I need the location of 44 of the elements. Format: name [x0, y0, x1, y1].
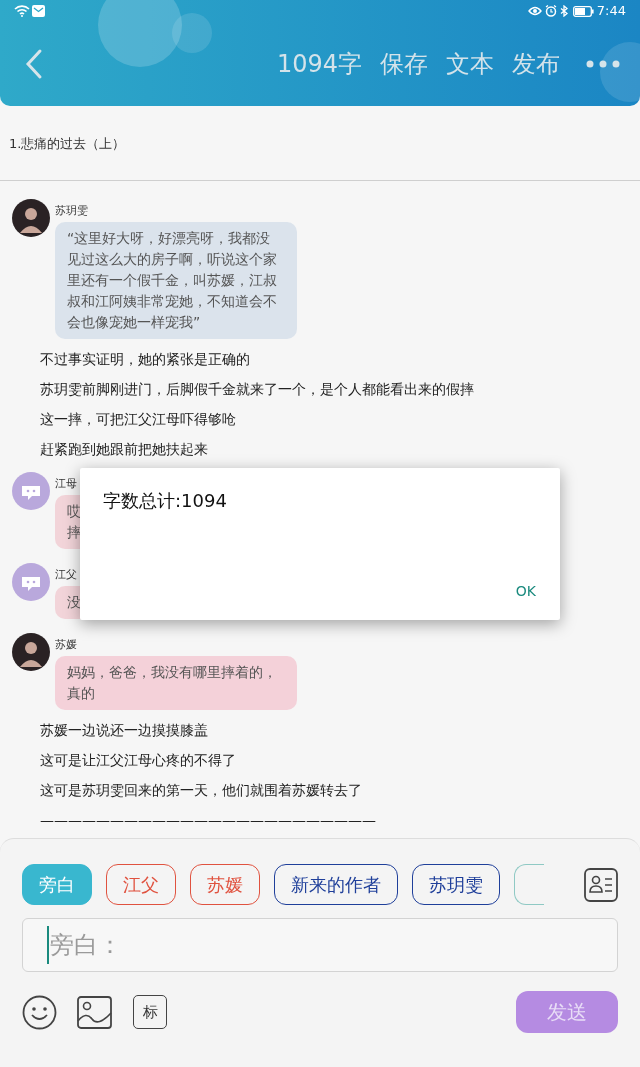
ok-button[interactable]: OK — [515, 581, 536, 602]
eye-icon — [527, 6, 542, 16]
header-action[interactable]: 保存 — [380, 46, 428, 82]
speaker-name: 苏玥雯 — [55, 204, 89, 218]
alarm-icon — [544, 5, 557, 17]
header-action[interactable]: 1094字 — [276, 46, 362, 82]
message-input[interactable]: 旁白： — [22, 918, 618, 972]
avatar — [12, 633, 50, 671]
emoji-button[interactable] — [22, 994, 57, 1030]
send-button[interactable]: 发送 — [516, 991, 618, 1033]
character-chip[interactable]: 苏玥雯 — [412, 864, 500, 905]
character-chip[interactable]: 新来的作者 — [274, 864, 398, 905]
character-chip[interactable]: 旁白 — [22, 864, 92, 905]
speaker-name: 苏媛 — [55, 638, 78, 652]
header-action[interactable]: 发布 — [512, 46, 560, 82]
clock-time: 7:44 — [596, 2, 626, 21]
character-chip[interactable]: 苏媛 — [190, 864, 260, 905]
speaker-name: 江父 — [55, 568, 78, 582]
tag-button[interactable]: 标 — [133, 995, 167, 1029]
contacts-button[interactable] — [584, 867, 618, 902]
narration-text: 这可是让江父江母心疼的不得了 — [40, 752, 236, 768]
bluetooth-icon — [559, 5, 569, 17]
narration-text: 这一摔，可把江父江母吓得够呛 — [40, 411, 236, 427]
chapter-title: 1.悲痛的过去（上） — [9, 135, 127, 153]
avatar — [12, 199, 50, 237]
header-action[interactable]: 文本 — [446, 46, 494, 82]
narration-text: 苏玥雯前脚刚进门，后脚假千金就来了一个，是个人都能看出来的假摔 — [40, 381, 474, 397]
image-button[interactable] — [77, 995, 112, 1029]
narration-text: 苏媛一边说还一边摸摸膝盖 — [40, 722, 208, 738]
speaker-name: 江母 — [55, 477, 78, 491]
message-bubble: 妈妈，爸爸，我没有哪里摔着的， 真的 — [55, 656, 297, 710]
wifi-icon — [14, 5, 30, 17]
text-cursor — [47, 926, 49, 964]
narration-text: 这可是苏玥雯回来的第一天，他们就围着苏媛转去了 — [40, 782, 362, 798]
avatar — [12, 563, 50, 601]
mail-icon — [32, 5, 45, 17]
narration-text: ———————————————————————— — [40, 812, 376, 828]
avatar — [12, 472, 50, 510]
message-bubble: “这里好大呀，好漂亮呀，我都没 见过这么大的房子啊，听说这个家 里还有一个假千金，叫苏媛，江叔 叔和江阿姨非常宠她，不知道会不 会也像宠她一样宠我” — [55, 222, 297, 339]
battery-icon — [572, 5, 594, 17]
more-button[interactable] — [586, 60, 620, 68]
narration-text: 不过事实证明，她的紧张是正确的 — [40, 351, 250, 367]
narration-text: 赶紧跑到她跟前把她扶起来 — [40, 441, 208, 457]
character-chip[interactable]: 江父 — [106, 864, 176, 905]
